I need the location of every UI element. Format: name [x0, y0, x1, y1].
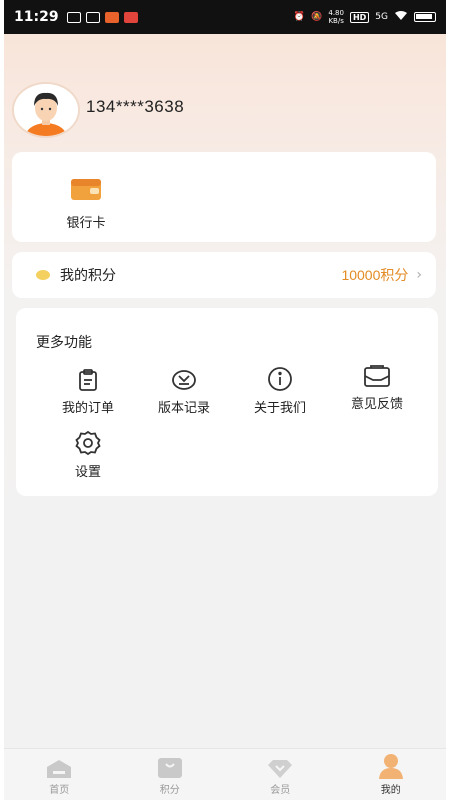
feature-label: 关于我们	[253, 401, 306, 416]
bank-card-button[interactable]: 银行卡	[56, 178, 116, 231]
bank-card-section: 银行卡	[12, 152, 436, 242]
gear-icon	[75, 430, 101, 456]
bottom-tab-bar: 首页 积分 会员 我的	[4, 748, 446, 800]
tab-mine[interactable]: 我的	[336, 749, 447, 800]
alarm-icon: ⏰	[293, 12, 306, 22]
signal-label: 5G	[375, 12, 388, 22]
feature-label: 我的订单	[61, 401, 114, 416]
about-us-button[interactable]: 关于我们	[240, 366, 320, 416]
user-avatar-icon[interactable]	[12, 82, 80, 138]
home-icon	[47, 760, 72, 778]
app-notification-icon	[123, 11, 138, 23]
user-phone: 134****3638	[86, 97, 185, 116]
tab-label: 首页	[49, 785, 70, 796]
chevron-right-icon: ›	[416, 267, 422, 283]
hd-badge: HD	[349, 11, 370, 23]
tab-home[interactable]: 首页	[4, 749, 115, 800]
tab-label: 我的	[380, 785, 401, 796]
points-label: 我的积分	[60, 268, 116, 284]
my-orders-button[interactable]: 我的订单	[48, 368, 128, 416]
tab-label: 积分	[159, 785, 180, 796]
status-bar: 11:29 ⏰ 🔕 4.80 KB/s HD 5G	[4, 0, 446, 34]
wallet-icon	[71, 179, 101, 200]
coin-icon	[36, 270, 50, 280]
net-speed-value: 4.80	[328, 9, 344, 17]
battery-icon	[414, 12, 436, 22]
notification-icon	[85, 11, 100, 23]
feature-label: 版本记录	[157, 401, 210, 416]
net-speed-unit: KB/s	[328, 17, 344, 25]
version-icon	[172, 370, 196, 390]
bag-icon	[157, 758, 182, 778]
feature-label: 意见反馈	[350, 397, 403, 412]
my-points-row[interactable]: 我的积分 10000积分 ›	[12, 252, 436, 298]
more-features-title: 更多功能	[36, 335, 92, 351]
notification-icon	[66, 11, 81, 23]
feature-label: 设置	[74, 465, 101, 480]
bank-card-label: 银行卡	[66, 216, 106, 231]
person-icon	[378, 754, 403, 779]
net-speed: 4.80 KB/s	[328, 9, 344, 25]
app-notification-icon	[104, 11, 119, 23]
wifi-icon	[394, 10, 408, 24]
settings-button[interactable]: 设置	[48, 430, 128, 480]
tab-label: 会员	[270, 785, 291, 796]
more-features-section: 更多功能 我的订单 版本记录 关于我们 意见反馈 设置	[16, 308, 438, 496]
tab-membership[interactable]: 会员	[225, 749, 336, 800]
points-value: 10000积分	[341, 267, 409, 283]
version-history-button[interactable]: 版本记录	[144, 368, 224, 416]
clipboard-icon	[79, 369, 97, 391]
mute-icon: 🔕	[311, 12, 323, 22]
status-time: 11:29	[14, 9, 59, 25]
app-screen: 11:29 ⏰ 🔕 4.80 KB/s HD 5G 134****3638 银行…	[4, 0, 446, 800]
mail-icon	[364, 365, 390, 387]
feedback-button[interactable]: 意见反馈	[337, 364, 417, 412]
diamond-icon	[268, 760, 293, 778]
info-icon	[268, 367, 292, 391]
status-right: ⏰ 🔕 4.80 KB/s HD 5G	[294, 9, 436, 25]
tab-points[interactable]: 积分	[115, 749, 226, 800]
